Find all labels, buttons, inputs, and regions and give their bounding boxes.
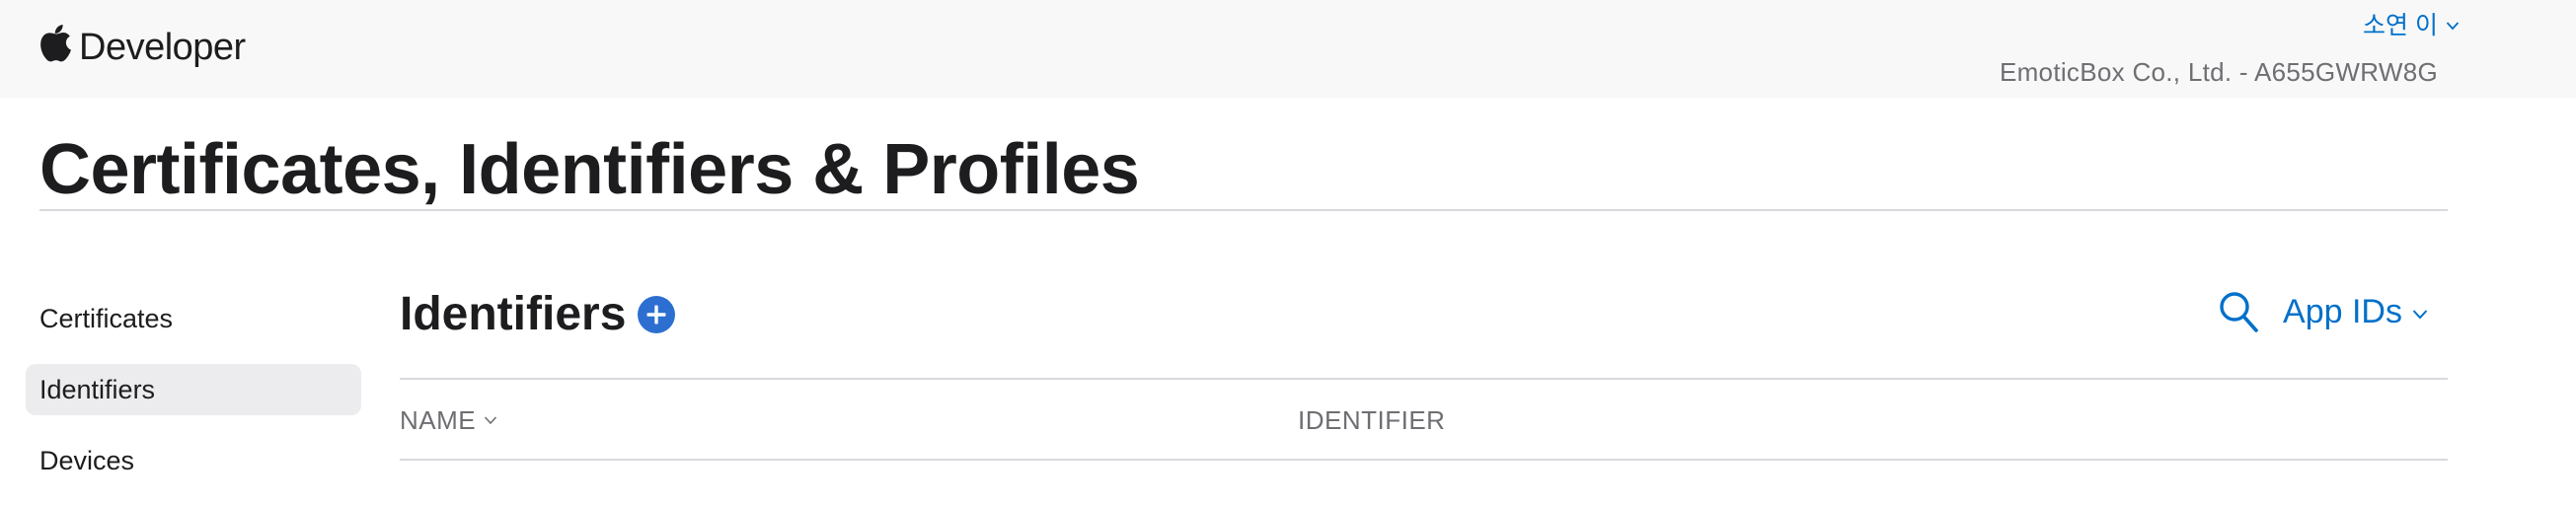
sidebar-item-label: Devices: [39, 446, 135, 475]
column-header-label: IDENTIFIER: [1298, 405, 1446, 435]
sidebar-nav: Certificates Identifiers Devices: [26, 293, 361, 506]
section-title-label: Identifiers: [400, 288, 627, 340]
column-header-name[interactable]: NAME: [400, 402, 497, 438]
filter-label: App IDs: [2283, 292, 2402, 330]
sidebar-item-certificates[interactable]: Certificates: [26, 293, 361, 344]
search-icon[interactable]: [2218, 290, 2259, 333]
chevron-down-icon: [2412, 309, 2428, 319]
page-title: Certificates, Identifiers & Profiles: [39, 130, 1140, 209]
chevron-down-icon: [485, 416, 497, 425]
table-top-divider: [400, 378, 2448, 380]
brand-label: Developer: [79, 27, 246, 68]
account-area: 소연 이 EmoticBox Co., Ltd. - A655GWRW8G: [1999, 8, 2460, 91]
sidebar-item-label: Certificates: [39, 304, 174, 333]
user-name: 소연 이: [2363, 12, 2438, 39]
column-header-label: NAME: [400, 405, 477, 435]
column-header-identifier: IDENTIFIER: [1298, 402, 1445, 438]
title-divider: [39, 209, 2448, 211]
team-name: EmoticBox Co., Ltd. - A655GWRW8G: [1999, 57, 2438, 87]
sidebar-item-devices[interactable]: Devices: [26, 435, 361, 486]
list-toolbar: App IDs: [2218, 290, 2428, 333]
user-menu[interactable]: 소연 이: [2000, 8, 2460, 43]
global-header: Developer 소연 이 EmoticBox Co., Ltd. - A65…: [0, 0, 2576, 98]
chevron-down-icon: [2446, 22, 2460, 31]
identifier-type-filter[interactable]: App IDs: [2283, 293, 2428, 331]
developer-brand-link[interactable]: Developer: [39, 22, 246, 68]
table-header-divider: [400, 459, 2448, 461]
apple-logo-icon: [40, 25, 71, 62]
add-identifier-button[interactable]: [638, 296, 676, 333]
section-title: Identifiers: [400, 284, 676, 345]
sidebar-item-identifiers[interactable]: Identifiers: [26, 364, 361, 415]
sidebar-item-label: Identifiers: [39, 375, 156, 404]
